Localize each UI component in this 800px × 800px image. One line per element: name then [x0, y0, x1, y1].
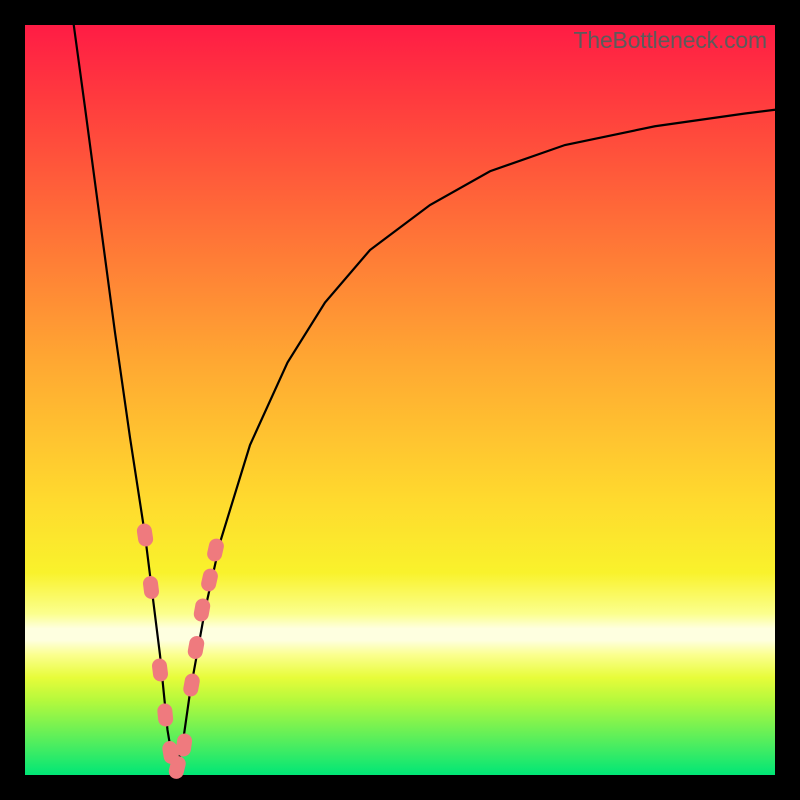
- curve-marker: [200, 568, 218, 593]
- curve-marker: [176, 733, 193, 757]
- curve-marker: [136, 523, 153, 547]
- curve-marker: [187, 635, 205, 659]
- chart-frame: TheBottleneck.com: [0, 0, 800, 800]
- chart-svg: [25, 25, 775, 775]
- curve-marker: [193, 598, 211, 622]
- curve-marker: [183, 673, 201, 697]
- chart-plot-area: TheBottleneck.com: [25, 25, 775, 775]
- curve-marker: [152, 658, 169, 682]
- curve-marker: [143, 576, 160, 600]
- curve-marker: [157, 703, 173, 726]
- marker-group: [136, 523, 224, 780]
- bottleneck-curve: [74, 25, 775, 775]
- curve-marker: [206, 538, 224, 563]
